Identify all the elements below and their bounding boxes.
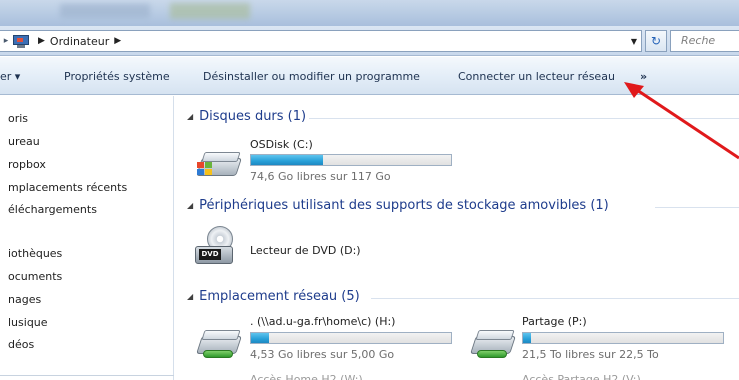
drive-usage-bar — [250, 154, 452, 166]
navigation-pane: oris ureau ropbox mplacements récents él… — [0, 96, 174, 380]
nav-item-downloads[interactable]: éléchargements — [8, 203, 97, 216]
drive-name[interactable]: Lecteur de DVD (D:) — [250, 244, 361, 257]
refresh-button[interactable]: ↻ — [645, 30, 667, 52]
group-header-network[interactable]: ◢ Emplacement réseau (5) — [187, 289, 360, 304]
recent-pages-icon[interactable]: ▸ — [0, 36, 12, 46]
drive-name-partial[interactable]: Accès Partage H2 (V:) — [522, 373, 641, 380]
drive-free-space: 4,53 Go libres sur 5,00 Go — [250, 348, 395, 361]
map-network-drive-button[interactable]: Connecter un lecteur réseau — [458, 70, 615, 83]
drive-usage-bar — [522, 332, 724, 344]
windows-logo-icon — [197, 162, 213, 176]
drive-usage-fill — [251, 333, 269, 343]
nav-item-music[interactable]: lusique — [8, 316, 48, 329]
network-connection-icon — [203, 350, 233, 358]
group-title: Emplacement réseau (5) — [199, 289, 360, 304]
annotation-arrow — [624, 82, 739, 160]
nav-divider — [0, 375, 174, 376]
uninstall-program-button[interactable]: Désinstaller ou modifier un programme — [203, 70, 420, 83]
nav-item-recent-places[interactable]: mplacements récents — [8, 181, 127, 194]
nav-item-dropbox[interactable]: ropbox — [8, 158, 46, 171]
group-header-removable[interactable]: ◢ Périphériques utilisant des supports d… — [187, 198, 609, 213]
drive-free-space: 21,5 To libres sur 22,5 To — [522, 348, 659, 361]
chevron-right-icon[interactable]: ▶ — [114, 36, 121, 46]
drive-free-space: 74,6 Go libres sur 117 Go — [250, 170, 391, 183]
system-properties-button[interactable]: Propriétés système — [64, 70, 170, 83]
titlebar-blur — [60, 4, 150, 18]
network-drive-icon[interactable] — [470, 326, 516, 362]
collapse-triangle-icon[interactable]: ◢ — [187, 292, 193, 301]
drive-name-partial[interactable]: Accès Home H2 (W:) — [250, 373, 363, 380]
address-row: ▸ ▶ Ordinateur ▶ ▼ ↻ Reche — [0, 26, 739, 56]
chevron-right-icon[interactable]: ▶ — [38, 36, 45, 46]
nav-item-images[interactable]: nages — [8, 293, 41, 306]
computer-icon — [12, 34, 30, 48]
nav-item-desktop[interactable]: ureau — [8, 135, 40, 148]
organize-button[interactable]: er ▾ — [0, 70, 20, 83]
group-header-hard-disks[interactable]: ◢ Disques durs (1) — [187, 109, 306, 124]
drive-name[interactable]: Partage (P:) — [522, 315, 587, 328]
collapse-triangle-icon[interactable]: ◢ — [187, 112, 193, 121]
drive-usage-fill — [251, 155, 323, 165]
dvd-drive-icon[interactable]: DVD — [195, 226, 235, 270]
address-bar[interactable]: ▸ ▶ Ordinateur ▶ ▼ — [0, 30, 642, 52]
nav-item-favorites[interactable]: oris — [8, 112, 28, 125]
drive-usage-bar — [250, 332, 452, 344]
collapse-triangle-icon[interactable]: ◢ — [187, 201, 193, 210]
drive-usage-fill — [523, 333, 531, 343]
window-titlebar — [0, 0, 739, 26]
os-drive-icon[interactable] — [196, 148, 242, 184]
group-divider — [655, 207, 739, 208]
nav-item-libraries[interactable]: iothèques — [8, 247, 62, 260]
drive-name[interactable]: . (\\ad.u-ga.fr\home\c) (H:) — [250, 315, 395, 328]
breadcrumb-computer[interactable]: Ordinateur — [50, 35, 109, 48]
search-input[interactable]: Reche — [670, 30, 739, 52]
drive-name[interactable]: OSDisk (C:) — [250, 138, 313, 151]
network-drive-icon[interactable] — [196, 326, 242, 362]
nav-item-documents[interactable]: ocuments — [8, 270, 62, 283]
group-divider — [371, 298, 739, 299]
nav-item-videos[interactable]: déos — [8, 338, 34, 351]
group-title: Disques durs (1) — [199, 109, 307, 124]
group-title: Périphériques utilisant des supports de … — [199, 198, 609, 213]
titlebar-blur — [170, 3, 250, 19]
network-connection-icon — [477, 350, 507, 358]
chevron-down-icon[interactable]: ▼ — [631, 37, 637, 46]
